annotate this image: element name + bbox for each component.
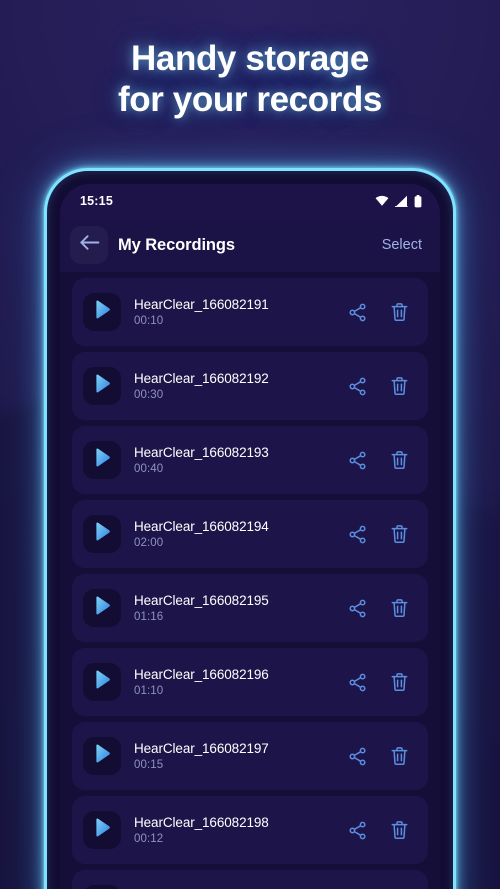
trash-icon xyxy=(390,820,409,840)
play-icon xyxy=(94,522,111,547)
delete-button[interactable] xyxy=(382,443,416,477)
recording-meta: HearClear_166082197 00:15 xyxy=(134,741,340,771)
wifi-icon xyxy=(375,195,389,207)
phone-mockup-frame: 15:15 My Recordings Select HearClear_166… xyxy=(44,168,456,889)
share-icon xyxy=(348,747,367,766)
play-icon xyxy=(94,448,111,473)
recording-duration: 00:10 xyxy=(134,315,164,327)
share-icon xyxy=(348,599,367,618)
recording-name: HearClear_166082197 xyxy=(134,741,269,756)
recording-meta: HearClear_166082196 01:10 xyxy=(134,667,340,697)
play-icon xyxy=(94,744,111,769)
share-icon xyxy=(348,821,367,840)
recording-duration: 00:15 xyxy=(134,759,164,771)
select-button[interactable]: Select xyxy=(382,237,422,253)
phone-screen: 15:15 My Recordings Select HearClear_166… xyxy=(60,184,440,889)
trash-icon xyxy=(390,302,409,322)
delete-button[interactable] xyxy=(382,591,416,625)
table-row[interactable]: HearClear_166082196 01:10 xyxy=(72,648,428,716)
delete-button[interactable] xyxy=(382,665,416,699)
recordings-list[interactable]: HearClear_166082191 00:10 HearClear_166082… xyxy=(60,272,440,889)
trash-icon xyxy=(390,376,409,396)
recording-meta: HearClear_166082195 01:16 xyxy=(134,593,340,623)
recording-name: HearClear_166082194 xyxy=(134,519,269,534)
delete-button[interactable] xyxy=(382,295,416,329)
play-icon xyxy=(94,596,111,621)
play-icon xyxy=(94,300,111,325)
play-icon xyxy=(94,818,111,843)
cellular-signal-icon xyxy=(395,195,408,207)
recording-name: HearClear_166082191 xyxy=(134,297,269,312)
page-headline: Handy storage for your records xyxy=(118,39,382,119)
recording-duration: 01:10 xyxy=(134,685,164,697)
share-button[interactable] xyxy=(340,591,374,625)
share-icon xyxy=(348,451,367,470)
play-icon xyxy=(94,670,111,695)
recording-name: HearClear_166082198 xyxy=(134,815,269,830)
share-button[interactable] xyxy=(340,517,374,551)
status-bar-clock: 15:15 xyxy=(80,194,113,208)
delete-button[interactable] xyxy=(382,517,416,551)
play-button[interactable] xyxy=(83,885,121,889)
table-row[interactable]: HearClear_166082191 00:10 xyxy=(72,278,428,346)
play-icon xyxy=(94,374,111,399)
table-row[interactable]: HearClear_166082194 02:00 xyxy=(72,500,428,568)
recording-name: HearClear_166082196 xyxy=(134,667,269,682)
recording-meta: HearClear_166082193 00:40 xyxy=(134,445,340,475)
delete-button[interactable] xyxy=(382,813,416,847)
back-button[interactable] xyxy=(70,226,108,264)
share-button[interactable] xyxy=(340,295,374,329)
table-row[interactable]: HearClear_166082198 00:12 xyxy=(72,796,428,864)
table-row[interactable]: HearClear_166082195 01:16 xyxy=(72,574,428,642)
battery-icon xyxy=(414,194,422,208)
status-bar-icons xyxy=(375,194,422,208)
play-button[interactable] xyxy=(83,663,121,701)
play-button[interactable] xyxy=(83,293,121,331)
table-row[interactable]: HearClear_166082197 00:15 xyxy=(72,722,428,790)
recording-name: HearClear_166082192 xyxy=(134,371,269,386)
play-button[interactable] xyxy=(83,737,121,775)
page-title: My Recordings xyxy=(118,235,235,254)
play-button[interactable] xyxy=(83,515,121,553)
delete-button[interactable] xyxy=(382,739,416,773)
play-button[interactable] xyxy=(83,589,121,627)
status-bar: 15:15 xyxy=(60,184,440,218)
recording-meta: HearClear_166082191 00:10 xyxy=(134,297,340,327)
share-icon xyxy=(348,377,367,396)
table-row[interactable]: HearClear_166082193 00:40 xyxy=(72,426,428,494)
recording-duration: 02:00 xyxy=(134,537,164,549)
share-button[interactable] xyxy=(340,443,374,477)
trash-icon xyxy=(390,598,409,618)
play-button[interactable] xyxy=(83,811,121,849)
share-icon xyxy=(348,525,367,544)
share-icon xyxy=(348,303,367,322)
recording-meta: HearClear_166082198 00:12 xyxy=(134,815,340,845)
share-button[interactable] xyxy=(340,813,374,847)
app-header: My Recordings Select xyxy=(60,218,440,272)
arrow-left-icon xyxy=(79,234,100,256)
recording-meta: HearClear_166082194 02:00 xyxy=(134,519,340,549)
share-icon xyxy=(348,673,367,692)
share-button[interactable] xyxy=(340,739,374,773)
trash-icon xyxy=(390,746,409,766)
recording-duration: 00:30 xyxy=(134,389,164,401)
play-button[interactable] xyxy=(83,367,121,405)
recording-name: HearClear_166082195 xyxy=(134,593,269,608)
table-row[interactable]: HearClear_16608219900:20 xyxy=(72,870,428,889)
recording-name: HearClear_166082193 xyxy=(134,445,269,460)
trash-icon xyxy=(390,524,409,544)
recording-meta: HearClear_166082192 00:30 xyxy=(134,371,340,401)
promo-page: Handy storage for your records 15:15 My … xyxy=(0,0,500,889)
trash-icon xyxy=(390,450,409,470)
play-button[interactable] xyxy=(83,441,121,479)
delete-button[interactable] xyxy=(382,369,416,403)
trash-icon xyxy=(390,672,409,692)
share-button[interactable] xyxy=(340,369,374,403)
share-button[interactable] xyxy=(340,665,374,699)
recording-duration: 00:12 xyxy=(134,833,164,845)
recording-duration: 00:40 xyxy=(134,463,164,475)
table-row[interactable]: HearClear_166082192 00:30 xyxy=(72,352,428,420)
recording-duration: 01:16 xyxy=(134,611,164,623)
